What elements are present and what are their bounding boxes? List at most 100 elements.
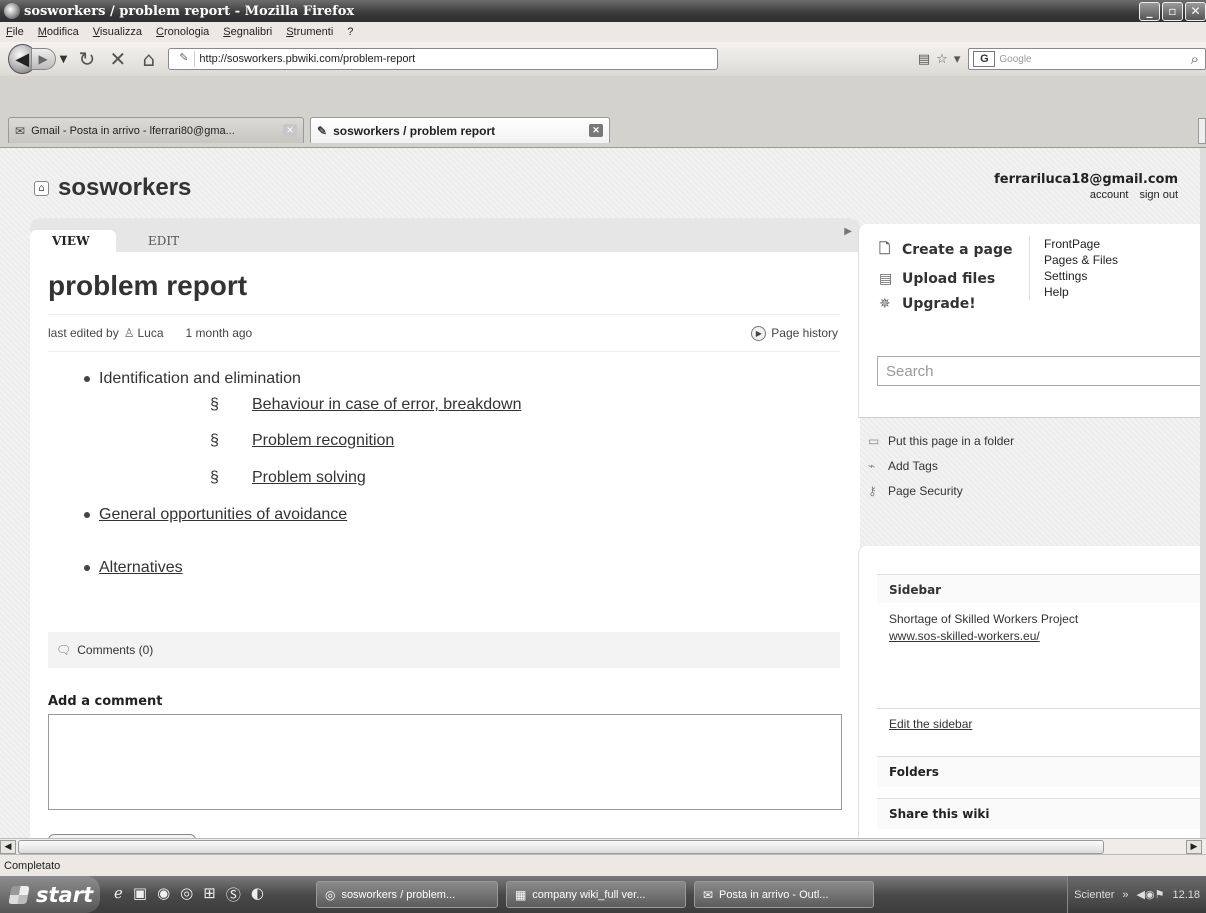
- home-icon[interactable]: ⌂: [137, 46, 160, 72]
- sidebar-panel: Sidebar Shortage of Skilled Workers Proj…: [858, 546, 1200, 838]
- skype-icon[interactable]: Ⓢ: [226, 884, 241, 905]
- horizontal-scrollbar[interactable]: ◀ ▶: [0, 838, 1206, 854]
- account-link[interactable]: account: [1090, 189, 1129, 201]
- tray-label[interactable]: Scienter: [1074, 889, 1114, 901]
- star-icon: ✵: [879, 296, 891, 312]
- menu-visualizza[interactable]: Visualizza: [93, 26, 142, 38]
- tab-gmail[interactable]: ✉ Gmail - Posta in arrivo - lferrari80@g…: [8, 117, 304, 143]
- collapse-arrow-icon[interactable]: ▶: [844, 226, 852, 237]
- stop-icon[interactable]: ✕: [106, 46, 129, 72]
- url-text[interactable]: http://sosworkers.pbwiki.com/problem-rep…: [199, 53, 415, 65]
- tray-expand-icon[interactable]: »: [1122, 889, 1128, 901]
- folders-heading[interactable]: Folders: [877, 756, 1200, 787]
- menu-modifica[interactable]: Modifica: [38, 26, 79, 38]
- put-in-folder-link[interactable]: ▭ Put this page in a folder: [868, 434, 1014, 448]
- minimize-button[interactable]: _: [1139, 1, 1160, 21]
- tab-sosworkers[interactable]: ✎ sosworkers / problem report ✕: [310, 117, 610, 143]
- tab-edit[interactable]: EDIT: [148, 230, 179, 252]
- editor-name[interactable]: Luca: [137, 326, 163, 340]
- edit-sidebar-label[interactable]: Edit the sidebar: [889, 717, 972, 731]
- link-problem-solving[interactable]: Problem solving: [252, 469, 366, 487]
- taskbar-item-outlook[interactable]: ✉ Posta in arrivo - Outl...: [693, 881, 874, 908]
- comments-bar[interactable]: 🗨 Comments (0): [48, 632, 840, 668]
- forward-button[interactable]: ▶: [30, 48, 56, 70]
- taskbar-item-word[interactable]: ▦ company wiki_full ver...: [505, 881, 686, 908]
- link-problem-recognition[interactable]: Problem recognition: [252, 432, 394, 450]
- menu-segnalibri[interactable]: Segnalibri: [223, 26, 272, 38]
- tab-close-icon[interactable]: ✕: [283, 124, 297, 137]
- sidebar-link[interactable]: www.sos-skilled-workers.eu/: [889, 629, 1040, 643]
- comment-textarea[interactable]: [48, 714, 842, 810]
- share-heading[interactable]: Share this wiki: [877, 798, 1200, 829]
- edit-sidebar-link[interactable]: Edit the sidebar: [877, 708, 1200, 739]
- page-title: problem report: [48, 270, 248, 301]
- actions-panel: 🗋 Create a page ▤ Upload files ✵ Upgrade…: [858, 224, 1200, 418]
- ie-icon[interactable]: ℯ: [114, 884, 123, 905]
- scroll-right-icon[interactable]: ▶: [1186, 840, 1202, 854]
- scroll-thumb[interactable]: [18, 840, 1104, 854]
- page-history-link[interactable]: ▶ Page history: [751, 325, 838, 341]
- maximize-button[interactable]: ▫: [1162, 1, 1183, 21]
- page-security-link[interactable]: ⚷ Page Security: [868, 484, 1014, 498]
- search-icon[interactable]: ⌕: [1191, 51, 1199, 68]
- start-label[interactable]: start: [36, 883, 93, 907]
- firefox-launch-icon[interactable]: ◎: [180, 884, 193, 905]
- close-button[interactable]: ✕: [1185, 1, 1206, 21]
- create-page-button[interactable]: 🗋 Create a page: [879, 238, 1013, 262]
- tab-gmail-label: Gmail - Posta in arrivo - lferrari80@gma…: [31, 124, 235, 137]
- link-frontpage[interactable]: FrontPage: [1044, 236, 1118, 252]
- link-settings[interactable]: Settings: [1044, 268, 1118, 284]
- tab-close-icon[interactable]: ✕: [589, 124, 603, 137]
- start-button[interactable]: start: [0, 876, 100, 913]
- wiki-home-icon[interactable]: ⌂: [34, 180, 49, 196]
- site-name[interactable]: sosworkers: [58, 174, 191, 202]
- add-tags-label[interactable]: Add Tags: [888, 459, 938, 473]
- rss-icon[interactable]: ▤: [918, 52, 930, 67]
- search-engine-box[interactable]: G Google ⌕: [968, 48, 1206, 70]
- url-dropdown-icon[interactable]: ▾: [954, 52, 961, 67]
- windows-logo-icon: [8, 885, 30, 904]
- history-dropdown-icon[interactable]: ▼: [60, 54, 68, 65]
- link-behaviour-error[interactable]: Behaviour in case of error, breakdown: [252, 396, 521, 414]
- bookmark-star-icon[interactable]: ☆: [936, 52, 948, 67]
- page-history-label[interactable]: Page history: [771, 326, 838, 340]
- list-item: General opportunities of avoidance: [84, 506, 347, 524]
- menu-strumenti[interactable]: Strumenti: [286, 26, 333, 38]
- site-identity-icon[interactable]: ✎: [173, 51, 196, 67]
- network-icon[interactable]: ⊞: [203, 884, 216, 905]
- link-general-opportunities[interactable]: General opportunities of avoidance: [99, 506, 347, 524]
- put-in-folder-label[interactable]: Put this page in a folder: [888, 434, 1014, 448]
- site-brand[interactable]: ⌂ sosworkers: [34, 174, 191, 202]
- menu-help[interactable]: ?: [347, 26, 353, 38]
- media-icon[interactable]: ◉: [157, 884, 170, 905]
- menu-cronologia[interactable]: Cronologia: [156, 26, 209, 38]
- app-icon[interactable]: ▣: [133, 884, 147, 905]
- tab-view[interactable]: VIEW: [30, 230, 116, 252]
- upgrade-label[interactable]: Upgrade!: [902, 296, 976, 312]
- upgrade-button[interactable]: ✵ Upgrade!: [879, 296, 1013, 312]
- reload-icon[interactable]: ↻: [75, 46, 98, 72]
- window-titlebar: sosworkers / problem report - Mozilla Fi…: [0, 0, 1206, 22]
- taskbar-item-firefox[interactable]: ◎ sosworkers / problem...: [315, 881, 498, 908]
- settings-icon[interactable]: ◐: [251, 884, 264, 905]
- wiki-search-input[interactable]: Search: [877, 356, 1200, 386]
- create-page-label[interactable]: Create a page: [902, 242, 1013, 258]
- google-icon[interactable]: G: [973, 51, 996, 67]
- comments-count[interactable]: Comments (0): [77, 643, 153, 657]
- link-help[interactable]: Help: [1044, 284, 1118, 300]
- vertical-scrollbar[interactable]: [1200, 148, 1206, 838]
- upload-files-button[interactable]: ▤ Upload files: [879, 271, 1013, 287]
- scroll-left-icon[interactable]: ◀: [0, 840, 16, 854]
- taskbar-item-label: Posta in arrivo - Outl...: [719, 888, 829, 901]
- link-alternatives[interactable]: Alternatives: [99, 559, 183, 577]
- add-tags-link[interactable]: ⌁ Add Tags: [868, 459, 1014, 473]
- url-bar[interactable]: ✎ http://sosworkers.pbwiki.com/problem-r…: [168, 48, 718, 70]
- menu-file[interactable]: File: [6, 26, 24, 38]
- link-pages-files[interactable]: Pages & Files: [1044, 252, 1118, 268]
- upload-icon: ▤: [879, 271, 893, 287]
- upload-files-label[interactable]: Upload files: [902, 271, 995, 287]
- tab-list-button[interactable]: [1198, 118, 1206, 144]
- tray-icons[interactable]: ◀◉⚑: [1137, 888, 1165, 901]
- page-security-label[interactable]: Page Security: [888, 484, 963, 498]
- signout-link[interactable]: sign out: [1139, 189, 1178, 201]
